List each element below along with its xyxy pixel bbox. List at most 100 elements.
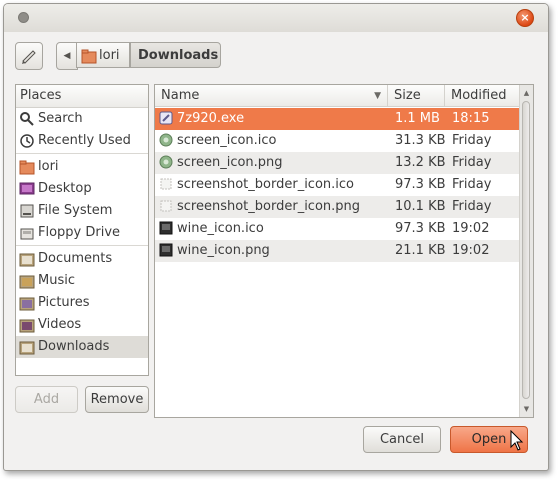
column-label: Modified	[451, 88, 507, 103]
breadcrumb-downloads[interactable]: Downloads	[130, 42, 221, 68]
column-header-size[interactable]: Size	[388, 85, 445, 107]
breadcrumb-lori[interactable]: lori	[76, 42, 130, 68]
search-icon	[20, 112, 34, 126]
window-menu-button[interactable]	[18, 12, 29, 23]
places-panel: Places Search Recently Used lori Desktop…	[15, 84, 149, 376]
file-name: screen_icon.png	[177, 155, 283, 170]
drive-icon	[20, 204, 34, 218]
remove-bookmark-button[interactable]: Remove	[85, 386, 149, 413]
path-back-button[interactable]: ◀	[56, 42, 78, 70]
clock-icon	[20, 134, 34, 148]
floppy-icon	[20, 228, 34, 240]
file-name: 7z920.exe	[177, 111, 245, 126]
mouse-cursor-icon	[510, 430, 524, 451]
folder-icon	[19, 341, 35, 355]
place-recently-used[interactable]: Recently Used	[16, 130, 148, 152]
file-modified: Friday	[452, 177, 492, 192]
place-pictures[interactable]: Pictures	[16, 292, 148, 314]
place-label: Videos	[38, 317, 82, 332]
file-size: 21.1 KB	[395, 243, 446, 258]
place-label: Search	[38, 111, 83, 126]
close-icon: ×	[520, 11, 530, 24]
file-modified: 18:15	[452, 111, 490, 126]
file-row[interactable]: wine_icon.ico 97.3 KB 19:02	[155, 218, 521, 240]
place-label: Pictures	[38, 295, 90, 310]
file-size: 1.1 MB	[395, 111, 440, 126]
file-chooser-dialog: × ◀ lori Downloads Places Search Recentl…	[3, 3, 549, 471]
pencil-icon	[22, 50, 36, 64]
desktop-icon	[19, 182, 35, 195]
place-desktop[interactable]: Desktop	[16, 178, 148, 200]
add-bookmark-button[interactable]: Add	[15, 386, 78, 413]
place-file-system[interactable]: File System	[16, 200, 148, 222]
place-floppy-drive[interactable]: Floppy Drive	[16, 222, 148, 244]
scrollbar-thumb[interactable]	[522, 101, 530, 399]
place-label: Floppy Drive	[38, 225, 121, 240]
file-row[interactable]: screenshot_border_icon.png 10.1 KB Frida…	[155, 196, 521, 218]
file-size: 31.3 KB	[395, 133, 446, 148]
close-button[interactable]: ×	[516, 9, 534, 27]
home-folder-icon	[81, 49, 97, 64]
column-header-modified[interactable]: Modified	[445, 85, 521, 107]
places-header: Places	[16, 85, 148, 108]
breadcrumb-label: Downloads	[138, 48, 219, 63]
place-label: Desktop	[38, 181, 92, 196]
place-label: Recently Used	[38, 133, 131, 148]
cancel-button[interactable]: Cancel	[363, 426, 441, 453]
image-file-icon	[160, 178, 172, 190]
place-label: File System	[38, 203, 113, 218]
folder-icon	[19, 319, 35, 333]
scroll-down-icon[interactable]: ▼	[520, 402, 533, 416]
file-modified: 19:02	[452, 221, 490, 236]
file-name: wine_icon.png	[177, 243, 270, 258]
file-name: wine_icon.ico	[177, 221, 264, 236]
executable-icon	[159, 111, 173, 125]
file-name: screen_icon.ico	[177, 133, 277, 148]
column-header-name[interactable]: Name ▼	[155, 85, 388, 107]
place-lori[interactable]: lori	[16, 156, 148, 178]
place-documents[interactable]: Documents	[16, 248, 148, 270]
file-row[interactable]: wine_icon.png 21.1 KB 19:02	[155, 240, 521, 262]
image-file-icon	[159, 133, 173, 147]
file-size: 13.2 KB	[395, 155, 446, 170]
scroll-up-icon[interactable]: ▲	[520, 86, 533, 100]
file-modified: Friday	[452, 133, 492, 148]
divider	[16, 153, 148, 154]
divider	[16, 245, 148, 246]
folder-icon	[19, 275, 35, 289]
image-file-icon	[159, 155, 173, 169]
image-file-icon	[160, 200, 172, 212]
type-location-button[interactable]	[15, 42, 43, 70]
file-list: Name ▼ Size Modified 7z920.exe 1.1 MB 18…	[154, 84, 534, 418]
folder-icon	[19, 253, 35, 267]
file-row[interactable]: screenshot_border_icon.ico 97.3 KB Frida…	[155, 174, 521, 196]
image-file-icon	[159, 221, 173, 235]
file-size: 97.3 KB	[395, 221, 446, 236]
title-bar: ×	[4, 4, 548, 32]
file-modified: 19:02	[452, 243, 490, 258]
file-row[interactable]: screen_icon.png 13.2 KB Friday	[155, 152, 521, 174]
place-label: Downloads	[38, 339, 110, 354]
file-name: screenshot_border_icon.png	[177, 199, 361, 214]
column-label: Size	[394, 88, 421, 103]
place-search[interactable]: Search	[16, 108, 148, 130]
file-size: 97.3 KB	[395, 177, 446, 192]
place-downloads[interactable]: Downloads	[16, 336, 148, 358]
file-name: screenshot_border_icon.ico	[177, 177, 354, 192]
file-modified: Friday	[452, 199, 492, 214]
place-label: lori	[38, 159, 59, 174]
place-label: Documents	[38, 251, 113, 266]
image-file-icon	[159, 243, 173, 257]
breadcrumb-label: lori	[99, 48, 120, 63]
chevron-left-icon: ◀	[63, 51, 71, 61]
folder-icon	[19, 297, 35, 311]
column-label: Name	[161, 88, 200, 103]
file-row[interactable]: screen_icon.ico 31.3 KB Friday	[155, 130, 521, 152]
file-row[interactable]: 7z920.exe 1.1 MB 18:15	[155, 108, 521, 130]
place-label: Music	[38, 273, 75, 288]
place-videos[interactable]: Videos	[16, 314, 148, 336]
sort-down-icon: ▼	[374, 91, 381, 101]
vertical-scrollbar[interactable]: ▲ ▼	[519, 85, 533, 417]
home-folder-icon	[19, 160, 35, 175]
place-music[interactable]: Music	[16, 270, 148, 292]
